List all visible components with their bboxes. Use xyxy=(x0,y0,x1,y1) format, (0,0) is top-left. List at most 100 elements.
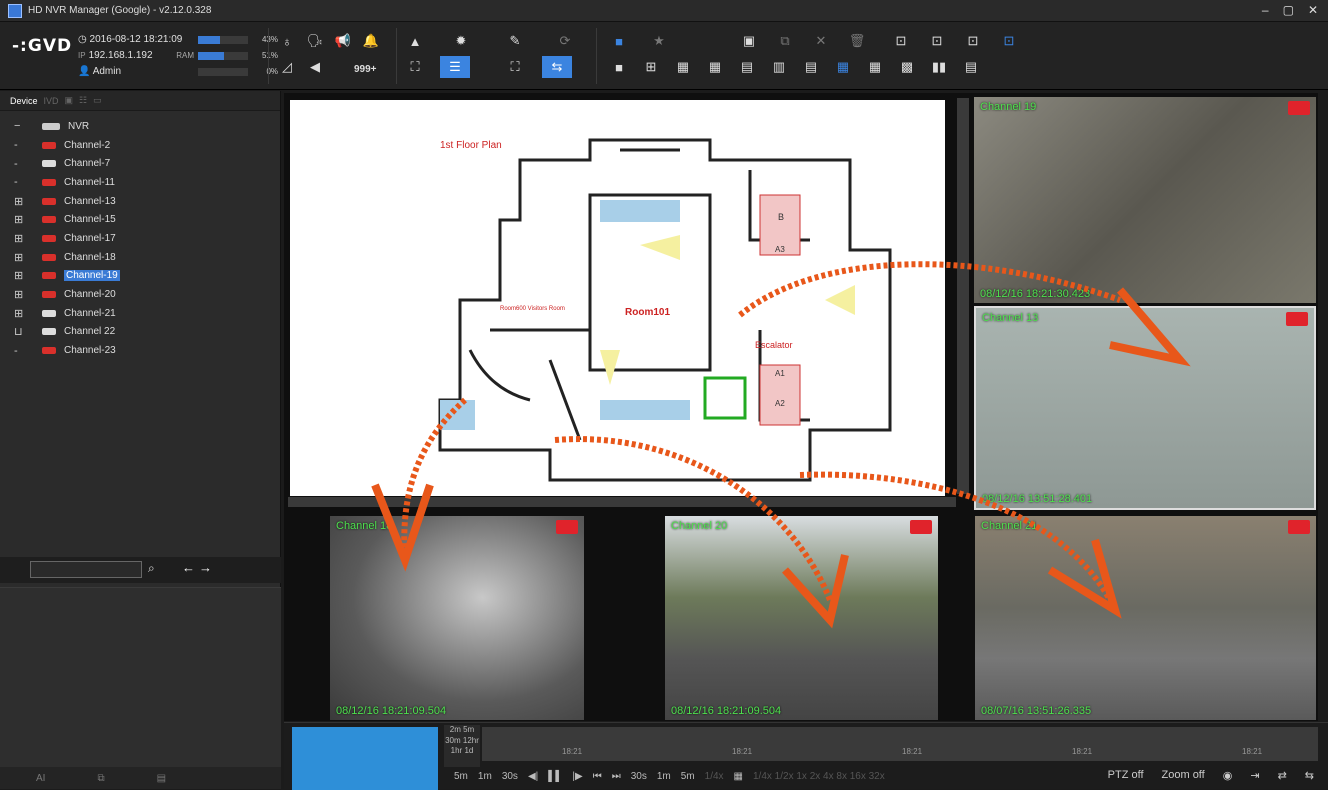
expand-icon[interactable]: - xyxy=(14,345,42,357)
layout-3-icon[interactable]: ▤ xyxy=(956,56,986,78)
tab-group[interactable]: ☷ xyxy=(79,95,87,106)
layout-16-icon[interactable]: ▦ xyxy=(700,56,730,78)
layout-25-icon[interactable]: ▩ xyxy=(892,56,922,78)
edit-icon[interactable]: ✎ xyxy=(500,30,530,52)
layout-2-icon[interactable]: ▮▮ xyxy=(924,56,954,78)
tree-item-channel[interactable]: ⊞ Channel-20 xyxy=(14,285,280,304)
tree-item-channel[interactable]: - Channel-2 xyxy=(14,136,280,155)
forward-30s-button[interactable]: 30s xyxy=(631,771,647,782)
tree-item-channel[interactable]: ⊞ Channel-17 xyxy=(14,229,280,248)
previous-button[interactable]: ⏮ xyxy=(593,771,602,782)
step-back-button[interactable]: ◀| xyxy=(528,771,538,782)
list-icon[interactable]: ▤ xyxy=(157,773,166,784)
video-pane[interactable]: Channel 20 08/12/16 18:21:09.504 xyxy=(665,516,938,720)
layout-10-icon[interactable]: ▤ xyxy=(796,56,826,78)
device-search-input[interactable] xyxy=(30,561,142,578)
delete-icon[interactable]: 🗑 xyxy=(842,30,872,52)
map-icon[interactable]: ⛶ xyxy=(400,56,430,78)
tree-root-nvr[interactable]: − NVR xyxy=(14,117,280,136)
tree-item-channel[interactable]: ⊞ Channel-13 xyxy=(14,192,280,211)
scale-5m[interactable]: 5m xyxy=(463,725,474,734)
notification-icon[interactable]: ▲ xyxy=(400,30,430,52)
tab-device[interactable]: Device xyxy=(10,96,38,106)
layout-14-icon[interactable]: ▦ xyxy=(860,56,890,78)
next-button[interactable]: ⏭ xyxy=(612,771,621,782)
layout-1-icon[interactable]: ■ xyxy=(604,56,634,78)
scale-12hr[interactable]: 12hr xyxy=(463,736,479,745)
close-all-icon[interactable]: ✕ xyxy=(806,30,836,52)
tab-map[interactable]: ▣ xyxy=(65,95,74,106)
volume-icon[interactable]: ◀ xyxy=(300,56,330,78)
tree-item-channel[interactable]: ⊞ Channel-21 xyxy=(14,304,280,323)
video-pane[interactable]: Channel 21 08/07/16 13:51:26.335 xyxy=(975,516,1316,720)
link-icon[interactable]: ⇆ xyxy=(1305,769,1314,782)
tree-item-channel[interactable]: - Channel-7 xyxy=(14,154,280,173)
settings-icon[interactable]: ✹ xyxy=(446,30,476,52)
tree-item-channel[interactable]: - Channel-23 xyxy=(14,341,280,360)
layout-4-icon[interactable]: ⊞ xyxy=(636,56,666,78)
tab-ivd[interactable]: IVD xyxy=(44,96,59,106)
expand-icon[interactable]: - xyxy=(14,158,42,170)
expand-icon[interactable]: - xyxy=(14,176,42,188)
snapshot-icon[interactable]: ◿ xyxy=(272,56,302,78)
search-icon[interactable]: ⌕ xyxy=(148,561,155,576)
scale-2m[interactable]: 2m xyxy=(450,725,461,734)
map-vertical-scrollbar[interactable] xyxy=(957,98,969,494)
layout-13-icon[interactable]: ▦ xyxy=(828,56,858,78)
page-2-icon[interactable]: ⊡ xyxy=(922,30,952,52)
maximize-button[interactable]: ▢ xyxy=(1283,3,1294,17)
expand-icon[interactable]: ⊞ xyxy=(14,232,42,245)
ptz-toggle[interactable]: PTZ off xyxy=(1108,769,1144,782)
list-view-icon[interactable]: ☰ xyxy=(440,56,470,78)
layout-9-icon[interactable]: ▦ xyxy=(668,56,698,78)
expand-icon[interactable]: ⊞ xyxy=(14,307,42,320)
sequence-icon[interactable]: ⇆ xyxy=(542,56,572,78)
monitor-icon[interactable]: ▣ xyxy=(734,30,764,52)
page-1-icon[interactable]: ⊡ xyxy=(886,30,916,52)
rewind-1m-button[interactable]: 1m xyxy=(478,771,492,782)
export-icon[interactable]: ⧉ xyxy=(97,773,104,784)
tree-item-channel[interactable]: ⊞ Channel-19 xyxy=(14,267,280,286)
tree-item-channel[interactable]: ⊔ Channel 22 xyxy=(14,323,280,342)
alarm-bell-icon[interactable]: 🔔 xyxy=(356,30,386,52)
map-horizontal-scrollbar[interactable] xyxy=(288,497,956,507)
tab-view[interactable]: ▭ xyxy=(93,95,102,106)
export-icon[interactable]: ⇥ xyxy=(1250,769,1259,782)
favorite-icon[interactable]: ★ xyxy=(644,30,674,52)
tree-item-channel[interactable]: ⊞ Channel-15 xyxy=(14,210,280,229)
layout-8-icon[interactable]: ▥ xyxy=(764,56,794,78)
layout-6-icon[interactable]: ▤ xyxy=(732,56,762,78)
expand-icon[interactable]: - xyxy=(14,139,42,151)
pause-button[interactable]: ▌▌ xyxy=(548,771,562,782)
video-pane-selected[interactable]: Channel 13 08/12/16 13:51:28.401 xyxy=(974,306,1316,510)
mic-icon[interactable]: ♁ xyxy=(272,30,302,52)
expand-icon[interactable]: ⊞ xyxy=(14,269,42,282)
forward-1m-button[interactable]: 1m xyxy=(657,771,671,782)
video-pane[interactable]: Channel 19 08/12/16 18:21:30.423 xyxy=(974,97,1316,303)
nav-arrows[interactable]: ←→ xyxy=(182,560,216,575)
scale-1d[interactable]: 1d xyxy=(464,746,473,755)
expand-icon[interactable]: ⊞ xyxy=(14,213,42,226)
collapse-icon[interactable]: − xyxy=(14,120,42,132)
rewind-30s-button[interactable]: 30s xyxy=(502,771,518,782)
broadcast-icon[interactable]: 📢 xyxy=(328,30,358,52)
ai-button[interactable]: AI xyxy=(36,773,45,784)
scale-30m[interactable]: 30m xyxy=(445,736,461,745)
fullscreen-icon[interactable]: ⛶ xyxy=(500,56,530,78)
cast-icon[interactable]: ⧉ xyxy=(770,30,800,52)
zoom-toggle[interactable]: Zoom off xyxy=(1162,769,1205,782)
expand-icon[interactable]: ⊞ xyxy=(14,195,42,208)
camera-icon[interactable]: ◉ xyxy=(1223,769,1233,782)
talk-icon[interactable]: 🗣 xyxy=(300,30,330,52)
floor-plan-map[interactable]: Room101 Escalator Room600 Visitors Room … xyxy=(290,100,945,496)
layout-single-icon[interactable]: ■ xyxy=(604,30,634,52)
rewind-5m-button[interactable]: 5m xyxy=(454,771,468,782)
calendar-icon[interactable]: ▦ xyxy=(734,771,743,782)
expand-icon[interactable]: ⊔ xyxy=(14,325,42,338)
close-button[interactable]: ✕ xyxy=(1308,3,1318,17)
speed-options[interactable]: 1/4x 1/2x 1x 2x 4x 8x 16x 32x xyxy=(753,771,885,782)
video-pane[interactable]: Channel 18 08/12/16 18:21:09.504 xyxy=(330,516,584,720)
tree-item-channel[interactable]: ⊞ Channel-18 xyxy=(14,248,280,267)
page-3-icon[interactable]: ⊡ xyxy=(958,30,988,52)
expand-icon[interactable]: ⊞ xyxy=(14,251,42,264)
